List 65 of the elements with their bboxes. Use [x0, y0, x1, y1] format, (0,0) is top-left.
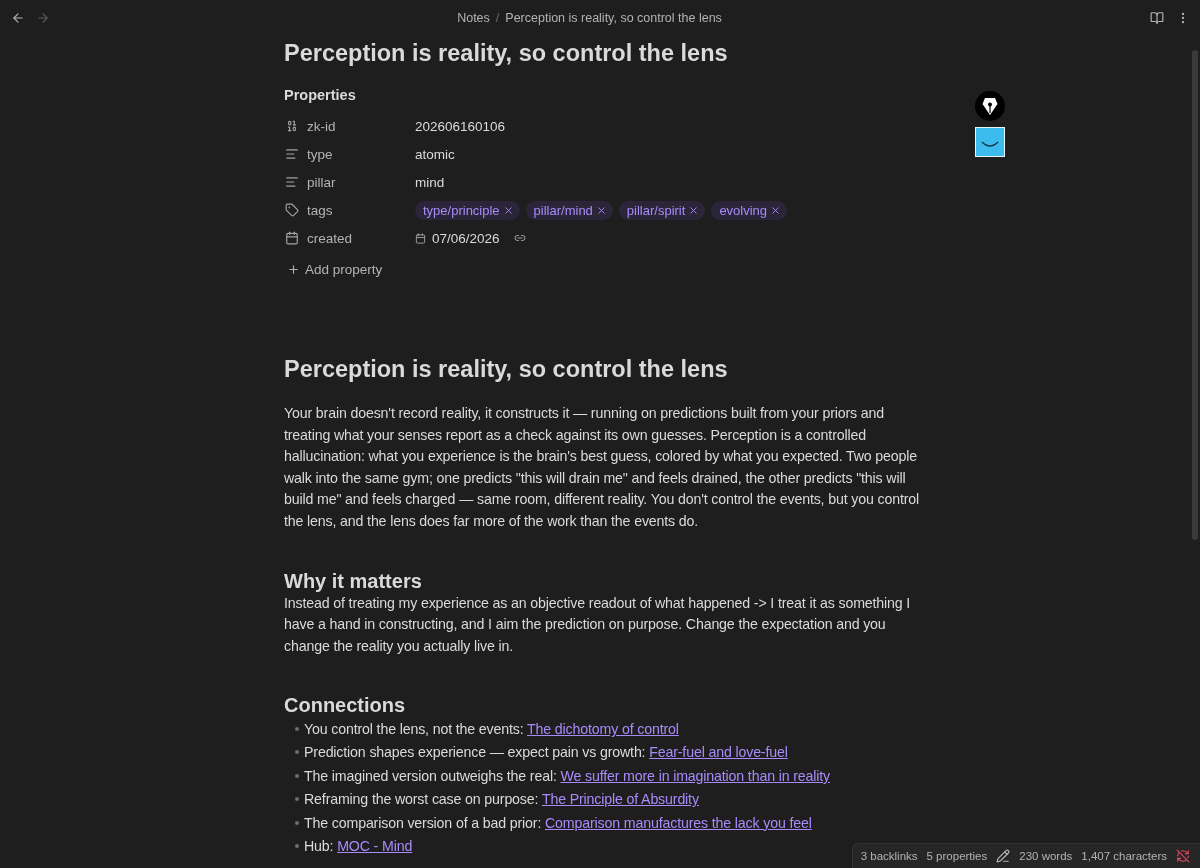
- list-item-text: Reframing the worst case on purpose: The Principle of Absurdity: [304, 791, 699, 808]
- tag-icon: [285, 203, 299, 217]
- smile-tile-icon[interactable]: [975, 127, 1005, 157]
- note-title[interactable]: Perception is reality, so control the lens: [284, 39, 924, 68]
- add-property-button[interactable]: Add property: [284, 255, 383, 283]
- paragraph: Instead of treating my experience as an objective readout of what happened -> I treat it as something I have a hand in constructing, and I aim the prediction on purpose. Change the expectation and you change the reality you actually live in.: [284, 593, 912, 656]
- calendar-icon: [285, 231, 299, 245]
- back-arrow-icon[interactable]: [11, 11, 25, 25]
- link-icon[interactable]: [513, 232, 526, 244]
- tag-pill[interactable]: pillar/mind: [525, 200, 613, 220]
- property-name[interactable]: created: [307, 230, 353, 246]
- backlinks-count[interactable]: 3 backlinks: [860, 850, 918, 862]
- tag-pill[interactable]: evolving: [711, 200, 788, 220]
- bullet-icon: [295, 844, 299, 848]
- calendar-icon: [415, 232, 426, 244]
- note-link[interactable]: MOC - Mind: [337, 838, 413, 854]
- property-name[interactable]: type: [307, 146, 333, 162]
- remove-icon[interactable]: [770, 204, 782, 216]
- properties-heading[interactable]: Properties: [284, 86, 356, 104]
- section-heading: Connections: [284, 693, 406, 718]
- note-link[interactable]: The dichotomy of control: [527, 721, 679, 738]
- property-value[interactable]: 202606160106: [415, 118, 506, 134]
- scrollbar-thumb[interactable]: [1192, 50, 1198, 540]
- bullet-icon: [295, 750, 299, 755]
- word-count: 230 words: [1019, 850, 1073, 862]
- breadcrumb-separator: /: [495, 11, 500, 25]
- property-value[interactable]: mind: [415, 174, 445, 190]
- date-value[interactable]: 07/06/2026: [432, 230, 500, 246]
- note-link[interactable]: Comparison manufactures the lack you feel: [545, 814, 812, 831]
- breadcrumb-item[interactable]: Notes: [457, 11, 490, 25]
- list-item-text: Hub: MOC - Mind: [304, 838, 413, 854]
- property-name[interactable]: tags: [307, 202, 333, 218]
- list-item-text: You control the lens, not the events: The dichotomy of control: [304, 721, 679, 738]
- note-link[interactable]: We suffer more in imagination than in reality: [560, 767, 830, 784]
- property-name[interactable]: pillar: [307, 174, 336, 190]
- bullet-icon: [295, 820, 299, 825]
- list-item-text: Prediction shapes experience — expect pain vs growth: Fear-fuel and love-fuel: [304, 744, 788, 761]
- pencil-icon[interactable]: [996, 849, 1011, 863]
- text-lines-icon: [285, 147, 299, 161]
- text-lines-icon: [285, 175, 299, 189]
- breadcrumb-item[interactable]: Perception is reality, so control the lens: [505, 11, 722, 25]
- tag-pill[interactable]: type/principle: [415, 200, 520, 220]
- character-count: 1,407 characters: [1081, 850, 1167, 862]
- binary-icon: [285, 119, 299, 133]
- remove-icon[interactable]: [502, 204, 514, 216]
- pen-nib-icon[interactable]: [975, 91, 1005, 121]
- sync-off-icon[interactable]: [1176, 849, 1190, 863]
- bullet-icon: [295, 773, 299, 778]
- tag-pill[interactable]: pillar/spirit: [618, 200, 706, 220]
- list-item-text: The comparison version of a bad prior: Comparison manufactures the lack you feel: [304, 814, 812, 831]
- section-heading: Why it matters: [284, 568, 422, 593]
- remove-icon[interactable]: [595, 204, 607, 216]
- heading: Perception is reality, so control the lens: [284, 355, 729, 384]
- paragraph: Your brain doesn't record reality, it constructs it — running on predictions built from your priors and treating what your senses report as a check against its own guesses. Perception is a controlled hallucination: what you experience is the brain's best guess, colored by what you expected. Two people walk into the same gym; one predicts "this will drain me" and feels drained, the other predicts "this will build me" and feels charged — same room, different reality. You don't control the events, but you control the lens, and the lens does far more of the work than the events do.: [284, 404, 920, 531]
- note-link[interactable]: The Principle of Absurdity: [541, 791, 699, 808]
- property-name[interactable]: zk-id: [307, 118, 336, 134]
- plus-icon: [287, 262, 300, 276]
- remove-icon[interactable]: [688, 204, 700, 216]
- list-item-text: The imagined version outweighs the real: We suffer more in imagination than in reality: [304, 767, 830, 784]
- properties-count: 5 properties: [926, 850, 988, 862]
- bullet-icon: [295, 727, 299, 732]
- bullet-icon: [295, 797, 299, 802]
- note-link[interactable]: Fear-fuel and love-fuel: [649, 744, 788, 761]
- book-icon[interactable]: [1150, 11, 1164, 25]
- property-value[interactable]: atomic: [415, 146, 455, 162]
